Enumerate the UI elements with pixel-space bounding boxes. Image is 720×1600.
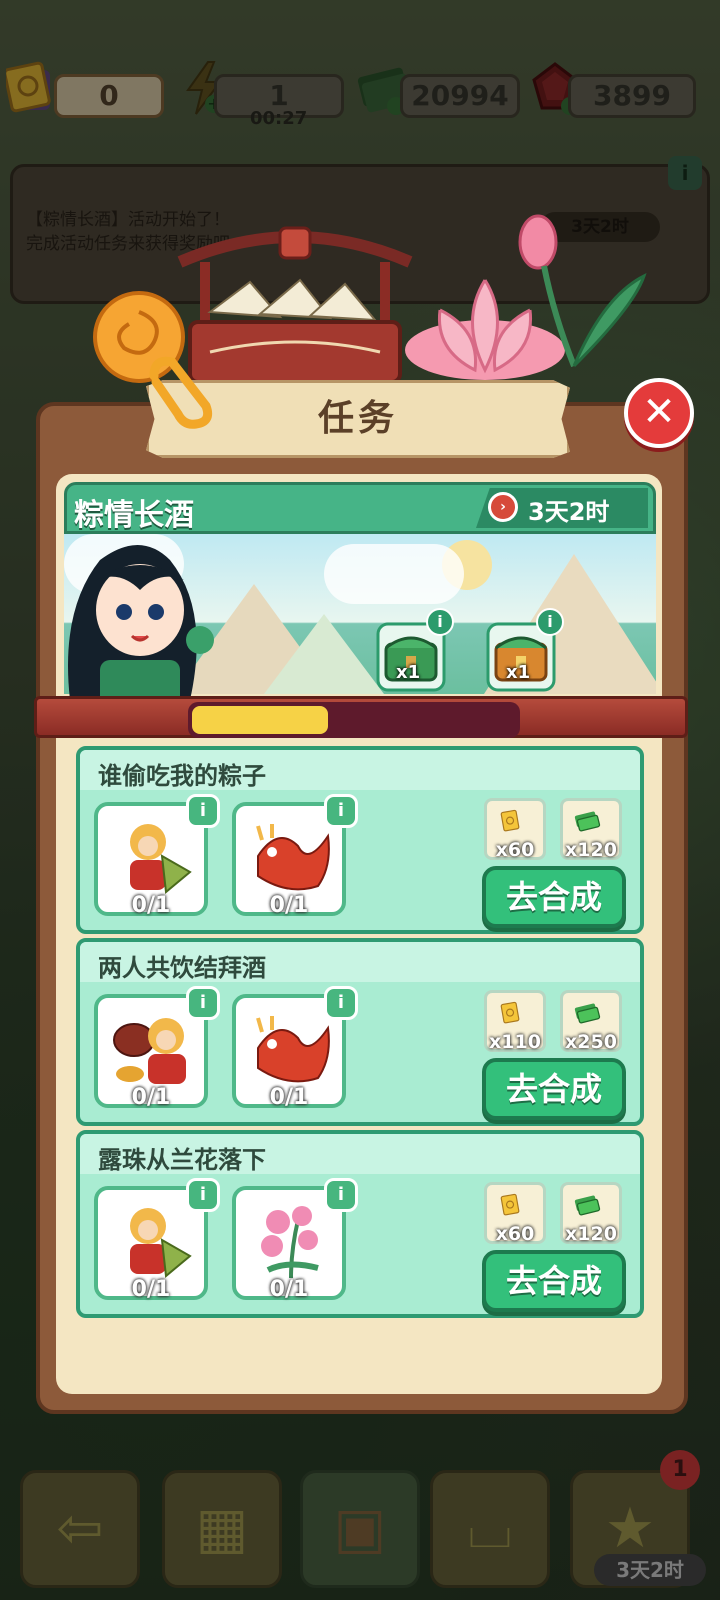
reward-count: x120 xyxy=(565,839,617,861)
reward-count: x60 xyxy=(495,1223,535,1245)
podium-icon: ▦ xyxy=(195,1496,249,1561)
task-reward: x120 xyxy=(560,798,622,861)
clock-icon: › xyxy=(488,492,518,522)
paperclip-icon xyxy=(149,356,213,429)
pink-orchid-icon xyxy=(261,1206,319,1279)
item-progress: 0/1 xyxy=(131,893,171,918)
reward-count: x120 xyxy=(565,1223,617,1245)
heroine-character xyxy=(68,545,214,710)
item-progress: 0/1 xyxy=(269,1277,309,1302)
red-dragon-icon xyxy=(256,824,330,891)
task-reward: x110 xyxy=(484,990,546,1053)
item-progress: 0/1 xyxy=(269,1085,309,1110)
back-arrow-icon: ⇦ xyxy=(56,1496,104,1561)
task-card: 谁偷吃我的粽子 0/1 i 0/1 i x60 x120 去合成 xyxy=(76,746,644,934)
item-info-button[interactable]: i xyxy=(324,986,358,1020)
chest-button[interactable]: ▣ xyxy=(300,1470,420,1588)
go-merge-button[interactable]: 去合成 xyxy=(482,1058,626,1120)
item-info-button[interactable]: i xyxy=(324,794,358,828)
monkey-king-wine-icon xyxy=(113,1018,186,1084)
item-info-button[interactable]: i xyxy=(186,1178,220,1212)
cloud-decoration xyxy=(324,544,464,604)
task-title: 谁偷吃我的粽子 xyxy=(98,762,266,790)
item-info-button[interactable]: i xyxy=(186,986,220,1020)
task-reward: x120 xyxy=(560,1182,622,1245)
item-progress: 0/1 xyxy=(269,893,309,918)
item-info-button[interactable]: i xyxy=(186,794,220,828)
gold-chest-count: x1 xyxy=(506,662,531,683)
zongzi-mountain xyxy=(264,614,384,694)
task-title: 两人共饮结拜酒 xyxy=(98,954,266,982)
back-button[interactable]: ⇦ xyxy=(20,1470,140,1588)
go-merge-button[interactable]: 去合成 xyxy=(482,1250,626,1312)
monkey-king-zongzi-icon xyxy=(130,1208,192,1278)
reward-count: x60 xyxy=(495,839,535,861)
green-chest-info-button[interactable]: i xyxy=(426,608,454,636)
task-card: 两人共饮结拜酒 0/1 i 0/1 i x110 x250 去合成 xyxy=(76,938,644,1126)
shop-button[interactable]: ⌴ xyxy=(430,1470,550,1588)
gold-chest-info-button[interactable]: i xyxy=(536,608,564,636)
ranking-button[interactable]: ▦ xyxy=(162,1470,282,1588)
task-reward: x250 xyxy=(560,990,622,1053)
item-info-button[interactable]: i xyxy=(324,1178,358,1212)
task-title: 露珠从兰花落下 xyxy=(98,1146,266,1174)
reward-count: x110 xyxy=(489,1031,541,1053)
notification-badge: 1 xyxy=(660,1450,700,1490)
chest-icon: ▣ xyxy=(333,1496,387,1561)
monkey-king-zongzi-icon xyxy=(130,824,192,894)
event-progress-fill xyxy=(192,706,328,734)
task-reward: x60 xyxy=(484,798,546,861)
task-reward: x60 xyxy=(484,1182,546,1245)
event-button-timer: 3天2时 xyxy=(594,1554,706,1586)
item-progress: 0/1 xyxy=(131,1277,171,1302)
item-progress: 0/1 xyxy=(131,1085,171,1110)
red-dragon-icon xyxy=(256,1016,330,1083)
event-timer: 3天2时 xyxy=(528,498,610,526)
task-card: 露珠从兰花落下 0/1 i 0/1 i x60 x120 去合成 xyxy=(76,1130,644,1318)
reward-count: x250 xyxy=(565,1031,617,1053)
go-merge-button[interactable]: 去合成 xyxy=(482,866,626,928)
close-button[interactable]: ✕ xyxy=(624,378,694,448)
lotus-bud-decoration xyxy=(518,214,647,368)
basket-icon: ⌴ xyxy=(467,1496,513,1561)
green-chest-count: x1 xyxy=(396,662,421,683)
